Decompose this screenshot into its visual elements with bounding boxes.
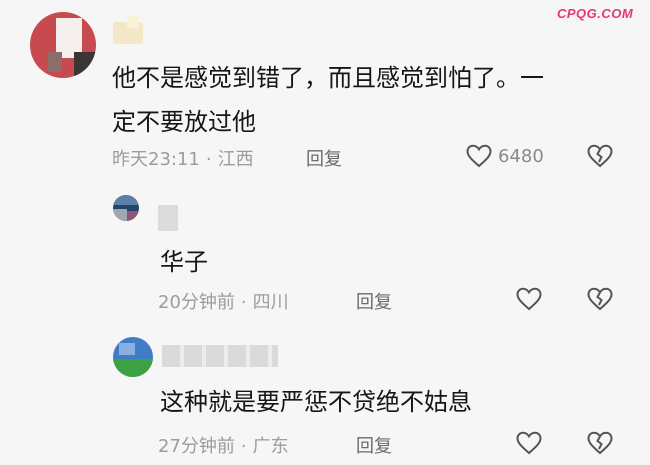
reply-username-blurred[interactable] [158,205,178,231]
heart-outline-icon[interactable] [516,431,542,455]
comment-text-line1: 他不是感觉到错了，而且感觉到怕了。一 [112,64,544,92]
reply-meta: 27分钟前 · 广东 [158,432,289,458]
comment-location: 江西 [217,149,254,170]
heart-outline-icon[interactable] [466,144,492,168]
reply-button[interactable]: 回复 [356,432,392,458]
heart-outline-icon[interactable] [516,287,542,311]
broken-heart-icon[interactable] [587,144,613,168]
comment-time: 昨天23:11 [112,149,200,170]
reply-location: 四川 [252,292,289,313]
reply-location: 广东 [252,436,289,457]
like-count: 6480 [498,146,544,167]
broken-heart-icon[interactable] [587,287,613,311]
comment-text-line2: 定不要放过他 [112,108,256,136]
reply-username-blurred[interactable] [162,345,278,367]
reply-meta: 20分钟前 · 四川 [158,288,289,314]
comment-text: 他不是感觉到错了，而且感觉到怕了。一 定不要放过他 [112,56,612,144]
meta-separator: · [205,149,212,170]
meta-separator: · [240,292,247,313]
reply-button[interactable]: 回复 [356,288,392,314]
reply-button[interactable]: 回复 [306,145,342,171]
reply-avatar[interactable] [113,337,153,377]
reply-time: 27分钟前 [158,436,235,457]
comment-meta: 昨天23:11 · 江西 [112,145,254,171]
reply-text: 华子 [160,248,208,276]
meta-separator: · [240,436,247,457]
username-blurred[interactable] [113,16,143,44]
reply-text: 这种就是要严惩不贷绝不姑息 [160,388,472,416]
site-watermark: CPQG.COM [557,6,634,21]
reply-avatar[interactable] [113,195,139,221]
reply-time: 20分钟前 [158,292,235,313]
broken-heart-icon[interactable] [587,431,613,455]
avatar[interactable] [30,12,96,78]
